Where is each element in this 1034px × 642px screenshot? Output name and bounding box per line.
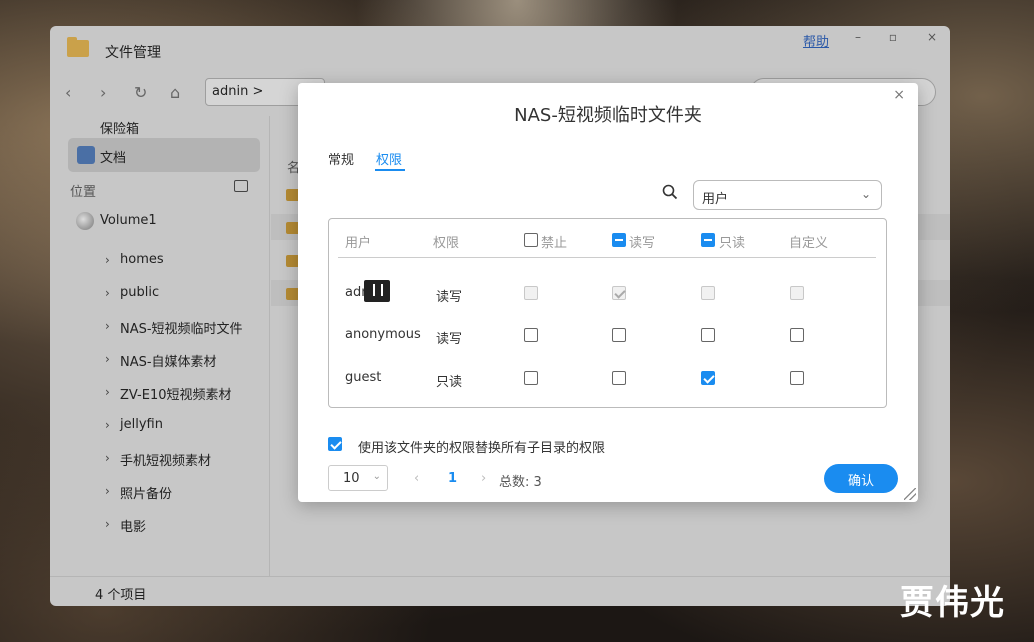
readwrite-checkbox bbox=[612, 286, 626, 300]
dialog-title: NAS-短视频临时文件夹 bbox=[514, 105, 702, 126]
sidebar-item-volume1[interactable]: Volume1 bbox=[50, 206, 270, 236]
row-permission: 读写 bbox=[436, 290, 463, 305]
sidebar-item-label: 文档 bbox=[100, 151, 127, 166]
prev-page-icon[interactable]: ‹ bbox=[414, 471, 419, 486]
refresh-icon[interactable]: ↻ bbox=[134, 83, 147, 102]
chevron-right-icon: › bbox=[105, 352, 110, 366]
item-count: 4 个项目 bbox=[95, 588, 147, 603]
custom-checkbox[interactable] bbox=[790, 328, 804, 342]
sidebar-item-label: 电影 bbox=[120, 520, 147, 535]
permissions-dialog: × NAS-短视频临时文件夹 常规 权限 用户 ⌄ 用户 权限 禁止 读写 只读… bbox=[298, 83, 918, 502]
total-count: 总数: 3 bbox=[499, 475, 542, 490]
column-header-readonly: 只读 bbox=[719, 236, 746, 251]
select-value: 用户 bbox=[702, 192, 729, 207]
header-readwrite-checkbox[interactable] bbox=[612, 233, 626, 247]
sidebar-item-documents[interactable]: 文档 bbox=[50, 140, 270, 170]
chevron-right-icon: › bbox=[105, 286, 110, 300]
deny-checkbox[interactable] bbox=[524, 328, 538, 342]
sidebar-item-label: jellyfin bbox=[120, 417, 163, 432]
column-header-readwrite: 读写 bbox=[629, 236, 656, 251]
status-bar: 4 个项目 bbox=[50, 576, 950, 606]
chevron-right-icon: › bbox=[105, 484, 110, 498]
page-size-select[interactable]: 10 ⌄ bbox=[328, 465, 388, 491]
text-cursor-icon bbox=[364, 280, 390, 302]
sidebar-item-label: public bbox=[120, 285, 160, 300]
chevron-down-icon: ⌄ bbox=[372, 471, 381, 482]
sidebar-item-label: Volume1 bbox=[100, 213, 157, 228]
sidebar-item-label: ZV-E10短视频素材 bbox=[120, 388, 232, 403]
sidebar-folder-item[interactable]: › homes bbox=[50, 245, 270, 275]
sidebar-item-label: NAS-自媒体素材 bbox=[120, 355, 217, 370]
title-bar: 文件管理 帮助 – ▫ × bbox=[50, 26, 950, 76]
window-title: 文件管理 bbox=[105, 45, 161, 61]
replace-children-label: 使用该文件夹的权限替换所有子目录的权限 bbox=[358, 441, 606, 456]
readonly-checkbox[interactable] bbox=[701, 371, 715, 385]
current-page[interactable]: 1 bbox=[448, 471, 457, 486]
deny-checkbox[interactable] bbox=[524, 371, 538, 385]
column-header-custom: 自定义 bbox=[789, 236, 829, 251]
sidebar-item-label: 保险箱 bbox=[100, 122, 140, 137]
custom-checkbox bbox=[790, 286, 804, 300]
chevron-right-icon: › bbox=[105, 451, 110, 465]
tab-general[interactable]: 常规 bbox=[328, 149, 354, 168]
chevron-right-icon: › bbox=[105, 385, 110, 399]
sidebar-folder-item[interactable]: › ZV-E10短视频素材 bbox=[50, 377, 270, 407]
storage-icon[interactable] bbox=[234, 180, 248, 192]
close-button[interactable]: × bbox=[924, 30, 940, 44]
home-icon[interactable]: ⌂ bbox=[170, 83, 180, 102]
readwrite-checkbox[interactable] bbox=[612, 328, 626, 342]
permissions-table: 用户 权限 禁止 读写 只读 自定义 adm 读写 anonymous 读写 g… bbox=[328, 218, 887, 408]
readonly-checkbox[interactable] bbox=[701, 328, 715, 342]
tab-permissions[interactable]: 权限 bbox=[376, 149, 402, 168]
page-size-value: 10 bbox=[343, 471, 360, 486]
help-link[interactable]: 帮助 bbox=[803, 31, 829, 50]
sidebar-folder-item[interactable]: › public bbox=[50, 278, 270, 308]
chevron-down-icon: ⌄ bbox=[860, 187, 871, 201]
search-icon[interactable] bbox=[662, 184, 678, 200]
column-header-user: 用户 bbox=[345, 236, 372, 251]
sidebar-item-vault[interactable]: 保险箱 bbox=[50, 111, 270, 141]
confirm-button[interactable]: 确认 bbox=[824, 464, 898, 493]
column-header-permission: 权限 bbox=[433, 236, 460, 251]
header-deny-checkbox[interactable] bbox=[524, 233, 538, 247]
custom-checkbox[interactable] bbox=[790, 371, 804, 385]
row-permission: 只读 bbox=[436, 375, 463, 390]
sidebar-folder-item[interactable]: › NAS-自媒体素材 bbox=[50, 344, 270, 374]
chevron-right-icon: › bbox=[105, 253, 110, 267]
user-type-select[interactable]: 用户 ⌄ bbox=[693, 180, 882, 210]
sidebar-item-label: NAS-短视频临时文件 bbox=[120, 322, 243, 337]
section-label: 位置 bbox=[70, 185, 97, 200]
sidebar-folder-item[interactable]: › jellyfin bbox=[50, 410, 270, 440]
row-user: anonymous bbox=[345, 327, 421, 342]
author-watermark: 贾伟光 bbox=[900, 583, 1005, 623]
sidebar-item-label: 手机短视频素材 bbox=[120, 454, 212, 469]
readwrite-checkbox[interactable] bbox=[612, 371, 626, 385]
sidebar-folder-item[interactable]: › 电影 bbox=[50, 509, 270, 539]
header-divider bbox=[338, 257, 876, 258]
chevron-right-icon: › bbox=[105, 517, 110, 531]
next-page-icon[interactable]: › bbox=[481, 471, 486, 486]
sidebar-folder-item[interactable]: › NAS-短视频临时文件 bbox=[50, 311, 270, 341]
sidebar-folder-item[interactable]: › 照片备份 bbox=[50, 476, 270, 506]
maximize-button[interactable]: ▫ bbox=[885, 30, 901, 44]
chevron-right-icon: › bbox=[105, 319, 110, 333]
replace-children-checkbox[interactable] bbox=[328, 437, 342, 451]
folder-app-icon bbox=[67, 37, 89, 57]
chevron-right-icon: › bbox=[105, 418, 110, 432]
resize-grip-icon[interactable] bbox=[904, 488, 916, 500]
active-tab-indicator bbox=[375, 169, 405, 171]
sidebar-item-label: homes bbox=[120, 252, 164, 267]
sidebar-item-label: 照片备份 bbox=[120, 487, 173, 502]
row-user: guest bbox=[345, 370, 382, 385]
sidebar-folder-item[interactable]: › 手机短视频素材 bbox=[50, 443, 270, 473]
deny-checkbox bbox=[524, 286, 538, 300]
column-header-deny: 禁止 bbox=[541, 236, 568, 251]
minimize-button[interactable]: – bbox=[850, 30, 866, 44]
forward-icon[interactable]: › bbox=[100, 83, 106, 102]
back-icon[interactable]: ‹ bbox=[65, 83, 71, 102]
header-readonly-checkbox[interactable] bbox=[701, 233, 715, 247]
row-permission: 读写 bbox=[436, 332, 463, 347]
readonly-checkbox bbox=[701, 286, 715, 300]
